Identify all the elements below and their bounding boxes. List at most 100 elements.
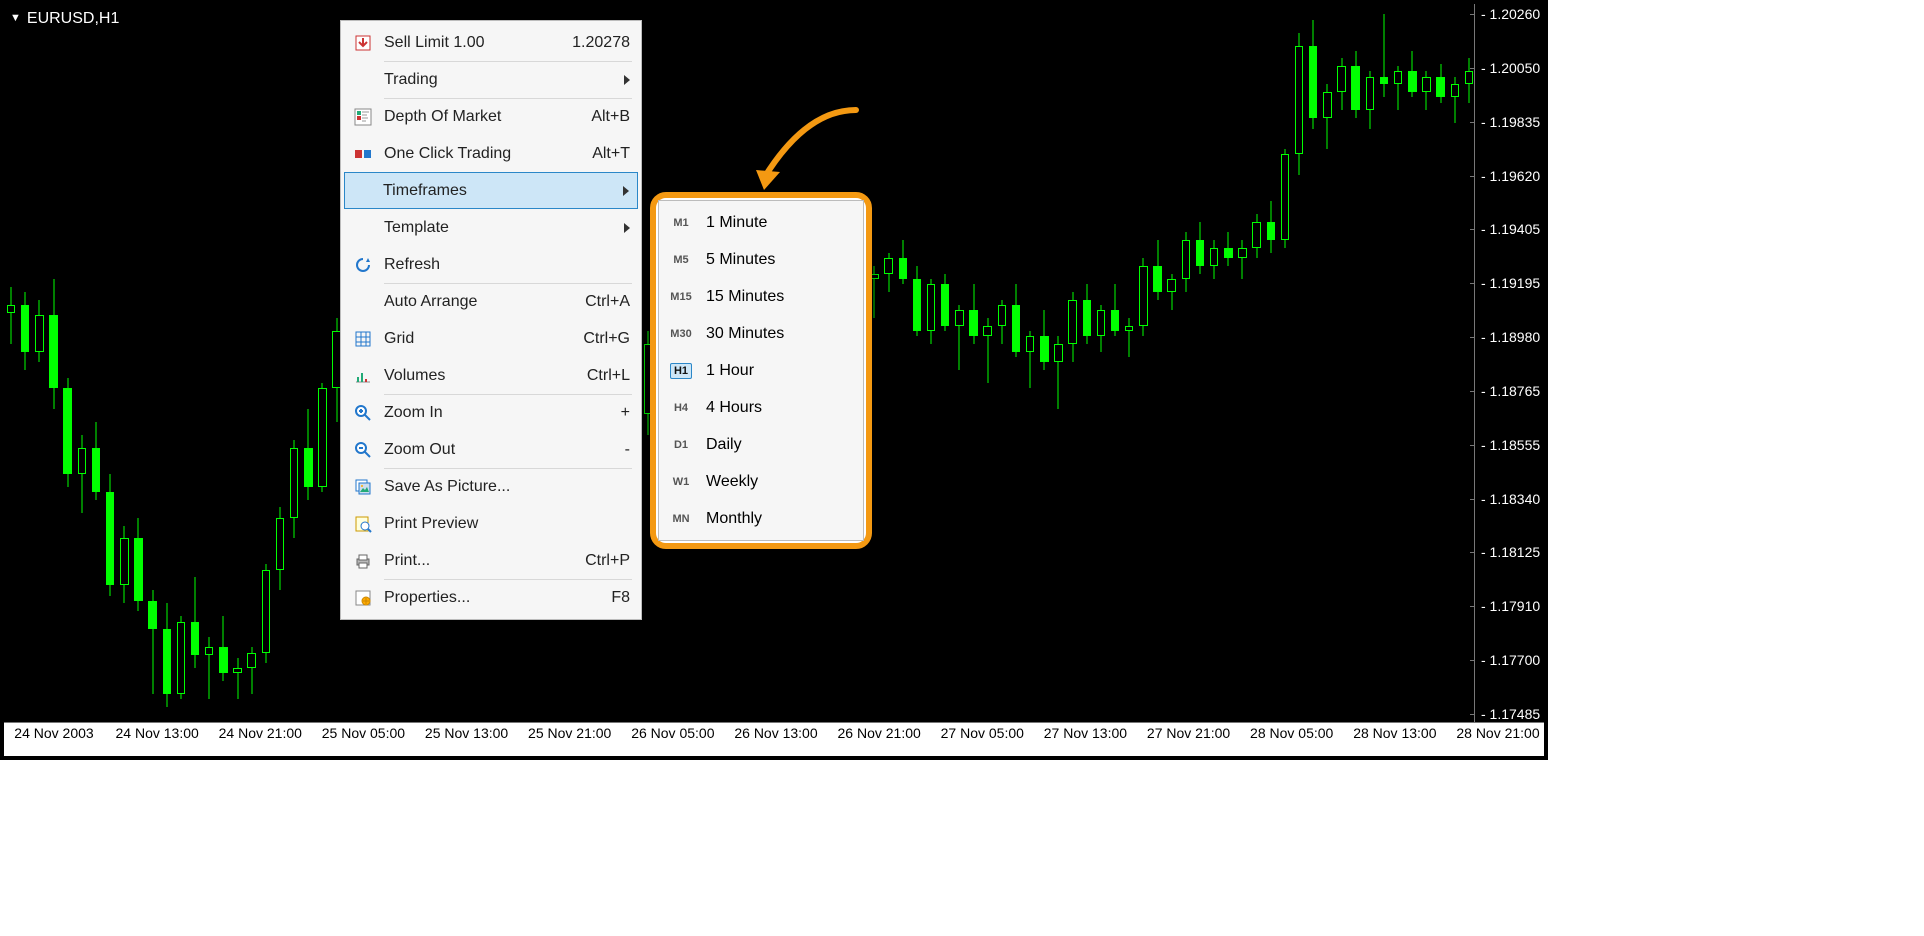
candle (1422, 4, 1430, 722)
menu-item-zoom-in[interactable]: Zoom In+ (344, 394, 638, 431)
y-tick: - 1.19405 (1475, 221, 1544, 237)
candle (1238, 4, 1246, 722)
menu-item-label: Properties... (382, 589, 603, 607)
menu-item-label: Sell Limit 1.00 (382, 34, 564, 52)
candle (148, 4, 156, 722)
candle (1153, 4, 1161, 722)
timeframe-label: 15 Minutes (700, 288, 784, 306)
candle (1167, 4, 1175, 722)
timeframe-item-m15[interactable]: M1515 Minutes (662, 278, 860, 315)
candle (21, 4, 29, 722)
timeframe-item-d1[interactable]: D1Daily (662, 426, 860, 463)
candle (247, 4, 255, 722)
timeframe-code: M5 (669, 252, 692, 268)
menu-item-label: Save As Picture... (382, 478, 630, 496)
timeframe-code: MN (668, 511, 693, 527)
y-tick: - 1.17910 (1475, 598, 1544, 614)
x-tick: 24 Nov 2003 (14, 725, 93, 741)
timeframe-item-h4[interactable]: H44 Hours (662, 389, 860, 426)
menu-item-accel: Alt+T (584, 145, 630, 163)
candle (1182, 4, 1190, 722)
timeframes-submenu-callout: M11 MinuteM55 MinutesM1515 MinutesM3030 … (650, 192, 872, 549)
menu-item-depth-of-market[interactable]: Depth Of MarketAlt+B (344, 98, 638, 135)
candle (1394, 4, 1402, 722)
candle (927, 4, 935, 722)
candle (1337, 4, 1345, 722)
menu-item-print[interactable]: Print...Ctrl+P (344, 542, 638, 579)
time-axis: 24 Nov 200324 Nov 13:0024 Nov 21:0025 No… (4, 722, 1544, 756)
x-tick: 27 Nov 05:00 (941, 725, 1024, 741)
candle (318, 4, 326, 722)
timeframe-item-m5[interactable]: M55 Minutes (662, 241, 860, 278)
candle (1323, 4, 1331, 722)
x-tick: 24 Nov 21:00 (219, 725, 302, 741)
x-tick: 27 Nov 21:00 (1147, 725, 1230, 741)
menu-item-volumes[interactable]: VolumesCtrl+L (344, 357, 638, 394)
y-tick: - 1.18980 (1475, 329, 1544, 345)
x-tick: 26 Nov 21:00 (837, 725, 920, 741)
timeframe-label: 1 Hour (700, 362, 754, 380)
oneclick-icon (354, 145, 372, 163)
menu-item-accel: Ctrl+L (579, 367, 630, 385)
menu-item-print-preview[interactable]: Print Preview (344, 505, 638, 542)
x-tick: 27 Nov 13:00 (1044, 725, 1127, 741)
timeframe-code: W1 (669, 474, 694, 490)
menu-item-refresh[interactable]: Refresh (344, 246, 638, 283)
timeframe-label: 30 Minutes (700, 325, 784, 343)
menu-item-accel: 1.20278 (564, 34, 630, 52)
candle (1012, 4, 1020, 722)
timeframe-label: 4 Hours (700, 399, 762, 417)
menu-item-template[interactable]: Template (344, 209, 638, 246)
candle (1436, 4, 1444, 722)
timeframe-item-h1[interactable]: H11 Hour (662, 352, 860, 389)
candle (1366, 4, 1374, 722)
y-tick: - 1.19835 (1475, 114, 1544, 130)
menu-item-trading[interactable]: Trading (344, 61, 638, 98)
savepic-icon (354, 478, 372, 496)
candle (49, 4, 57, 722)
volumes-icon (354, 367, 372, 385)
menu-item-sell-limit-1-00[interactable]: Sell Limit 1.001.20278 (344, 24, 638, 61)
candle (1210, 4, 1218, 722)
menu-item-label: One Click Trading (382, 145, 584, 163)
refresh-icon (354, 256, 372, 274)
candle (276, 4, 284, 722)
menu-item-label: Refresh (382, 256, 630, 274)
candle (1309, 4, 1317, 722)
candle (1083, 4, 1091, 722)
candle (78, 4, 86, 722)
submenu-arrow-icon (623, 186, 629, 196)
candle (884, 4, 892, 722)
candle (1054, 4, 1062, 722)
menu-item-accel: + (613, 404, 630, 422)
candle (1068, 4, 1076, 722)
menu-item-label: Grid (382, 330, 575, 348)
candle (219, 4, 227, 722)
candle (941, 4, 949, 722)
zoomin-icon (354, 404, 372, 422)
candle (92, 4, 100, 722)
timeframe-item-mn[interactable]: MNMonthly (662, 500, 860, 537)
grid-icon (354, 330, 372, 348)
menu-item-timeframes[interactable]: Timeframes (344, 172, 638, 209)
x-tick: 26 Nov 05:00 (631, 725, 714, 741)
timeframe-item-w1[interactable]: W1Weekly (662, 463, 860, 500)
candle (1351, 4, 1359, 722)
candle (1451, 4, 1459, 722)
menu-item-zoom-out[interactable]: Zoom Out- (344, 431, 638, 468)
timeframes-submenu: M11 MinuteM55 MinutesM1515 MinutesM3030 … (658, 200, 864, 541)
timeframe-item-m1[interactable]: M11 Minute (662, 204, 860, 241)
menu-item-save-as-picture[interactable]: Save As Picture... (344, 468, 638, 505)
menu-item-accel: F8 (603, 589, 630, 607)
menu-item-auto-arrange[interactable]: Auto ArrangeCtrl+A (344, 283, 638, 320)
candle (1267, 4, 1275, 722)
candle (1139, 4, 1147, 722)
candle (1380, 4, 1388, 722)
props-icon (354, 589, 372, 607)
menu-item-grid[interactable]: GridCtrl+G (344, 320, 638, 357)
menu-item-one-click-trading[interactable]: One Click TradingAlt+T (344, 135, 638, 172)
timeframe-item-m30[interactable]: M3030 Minutes (662, 315, 860, 352)
menu-item-label: Auto Arrange (382, 293, 577, 311)
y-tick: - 1.18340 (1475, 491, 1544, 507)
menu-item-properties[interactable]: Properties...F8 (344, 579, 638, 616)
